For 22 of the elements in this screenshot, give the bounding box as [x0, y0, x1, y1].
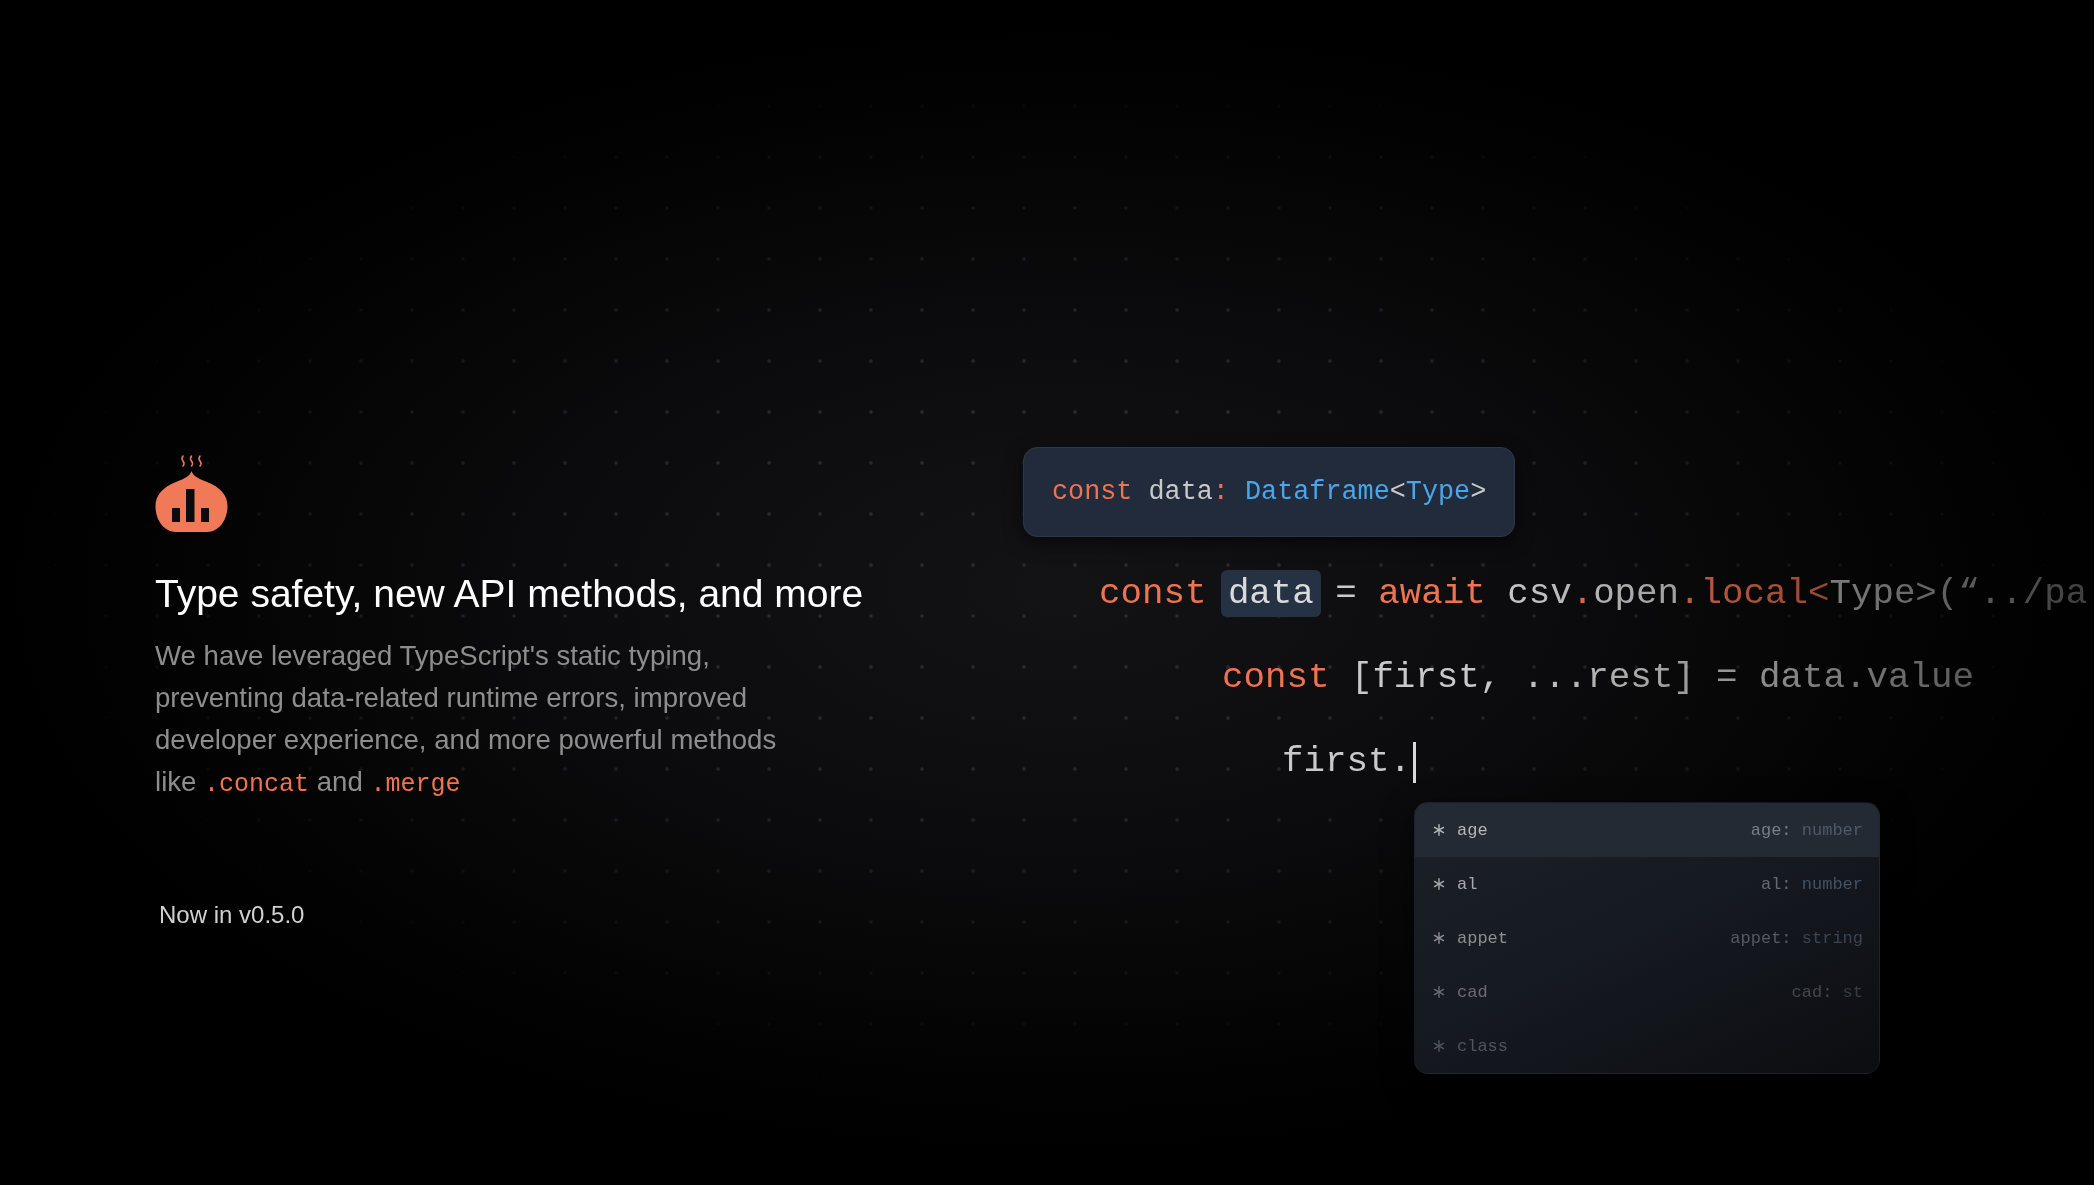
description-text: We have leveraged TypeScript's static typing, preventing data-related runtime errors, improved developer experience, and more powerful methods like .concat and .merge — [155, 639, 778, 801]
code-line: const data = await csv.open.local<Type>(“../pa — [1099, 570, 2088, 618]
version-label: Now in v0.5.0 — [159, 900, 305, 930]
asterisk-icon — [1433, 824, 1445, 836]
type-hint: appet: string — [1730, 928, 1863, 948]
asterisk-icon — [1433, 878, 1445, 890]
asterisk-icon — [1433, 932, 1445, 944]
asterisk-icon — [1433, 1040, 1445, 1052]
suggestion-item[interactable]: al al: number — [1415, 857, 1879, 911]
code-line: first. — [1282, 740, 1411, 784]
suggestion-label: al — [1457, 874, 1478, 894]
suggestion-label: class — [1457, 1036, 1508, 1056]
code-line: const [first, ...rest] = data.value — [1222, 656, 1974, 700]
headline: Type safety, new API methods, and more — [155, 572, 864, 616]
asterisk-icon — [1433, 986, 1445, 998]
suggestion-label: appet — [1457, 928, 1508, 948]
suggestion-item[interactable]: appet appet: string — [1415, 911, 1879, 965]
type-hint: al: number — [1760, 874, 1863, 894]
suggestion-label: age — [1457, 820, 1488, 840]
steaming-bowl-logo-icon — [155, 452, 228, 534]
type-tooltip: const data: Dataframe<Type> — [1023, 447, 1516, 537]
suggestion-label: cad — [1457, 982, 1488, 1002]
